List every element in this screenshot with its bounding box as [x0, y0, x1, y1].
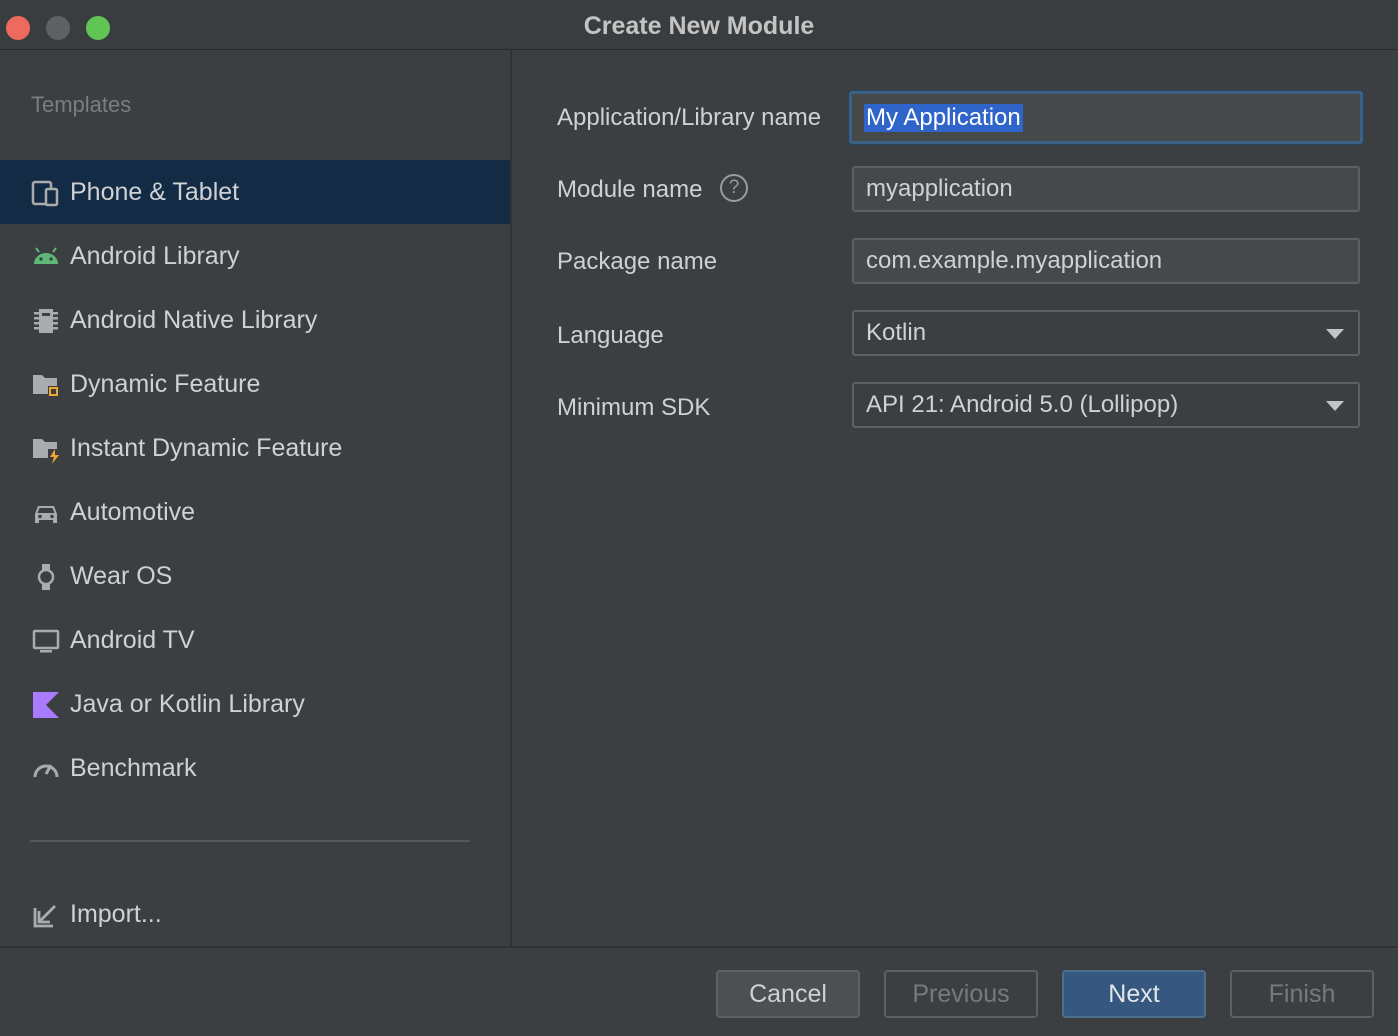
template-automotive[interactable]: Automotive [0, 480, 510, 544]
native-chip-icon [31, 306, 61, 336]
next-button[interactable]: Next [1062, 970, 1206, 1018]
templates-sidebar: Templates Phone & Tablet Android Library… [0, 50, 512, 946]
templates-heading: Templates [31, 92, 132, 117]
template-label: Android Library [70, 242, 240, 270]
app-name-input[interactable]: My Application [849, 91, 1363, 144]
import-icon [31, 900, 61, 930]
template-label: Automotive [70, 498, 196, 526]
gauge-icon [31, 754, 61, 784]
finish-button[interactable]: Finish [1230, 970, 1374, 1018]
import-label: Import... [70, 900, 162, 928]
folder-lightning-icon [31, 434, 61, 464]
language-dropdown[interactable]: Kotlin [852, 310, 1360, 356]
module-name-value: myapplication [866, 175, 1013, 202]
template-label: Phone & Tablet [70, 178, 240, 206]
template-label: Wear OS [70, 562, 173, 590]
language-label: Language [557, 322, 664, 349]
previous-button[interactable]: Previous [884, 970, 1038, 1018]
chevron-down-icon [1326, 329, 1344, 339]
package-name-value: com.example.myapplication [866, 247, 1163, 274]
window-title: Create New Module [583, 12, 815, 40]
module-name-label: Module name [557, 176, 703, 203]
module-name-input[interactable]: myapplication [852, 166, 1360, 212]
watch-icon [31, 562, 61, 592]
phone-tablet-icon [31, 178, 61, 208]
template-label: Android Native Library [70, 306, 318, 334]
app-name-label: Application/Library name [557, 104, 822, 131]
template-android-native-library[interactable]: Android Native Library [0, 288, 510, 352]
template-label: Java or Kotlin Library [70, 690, 305, 718]
template-instant-dynamic-feature[interactable]: Instant Dynamic Feature [0, 416, 510, 480]
title-bar: Create New Module [0, 0, 1398, 50]
template-dynamic-feature[interactable]: Dynamic Feature [0, 352, 510, 416]
create-new-module-window: Create New Module Templates Phone & Tabl… [0, 0, 1398, 1036]
tv-icon [31, 626, 61, 656]
chevron-down-icon [1326, 401, 1344, 411]
template-android-library[interactable]: Android Library [0, 224, 510, 288]
android-icon [31, 242, 61, 272]
kotlin-icon [31, 690, 61, 720]
min-sdk-dropdown[interactable]: API 21: Android 5.0 (Lollipop) [852, 382, 1360, 428]
car-icon [31, 498, 61, 528]
package-name-label: Package name [557, 248, 718, 275]
template-label: Instant Dynamic Feature [70, 434, 343, 462]
template-wear-os[interactable]: Wear OS [0, 544, 510, 608]
sidebar-divider [30, 840, 470, 842]
template-phone-tablet[interactable]: Phone & Tablet [0, 160, 510, 224]
min-sdk-label: Minimum SDK [557, 394, 711, 421]
min-sdk-value: API 21: Android 5.0 (Lollipop) [866, 391, 1179, 418]
template-java-kotlin-library[interactable]: Java or Kotlin Library [0, 672, 510, 736]
help-icon[interactable]: ? [720, 174, 748, 202]
language-value: Kotlin [866, 319, 927, 346]
import-button[interactable]: Import... [0, 882, 510, 946]
folder-module-icon [31, 370, 61, 400]
app-name-value: My Application [864, 103, 1023, 132]
template-benchmark[interactable]: Benchmark [0, 736, 510, 800]
package-name-input[interactable]: com.example.myapplication [852, 238, 1360, 284]
template-label: Android TV [70, 626, 195, 654]
template-android-tv[interactable]: Android TV [0, 608, 510, 672]
template-label: Benchmark [70, 754, 197, 782]
template-label: Dynamic Feature [70, 370, 261, 398]
cancel-button[interactable]: Cancel [716, 970, 860, 1018]
